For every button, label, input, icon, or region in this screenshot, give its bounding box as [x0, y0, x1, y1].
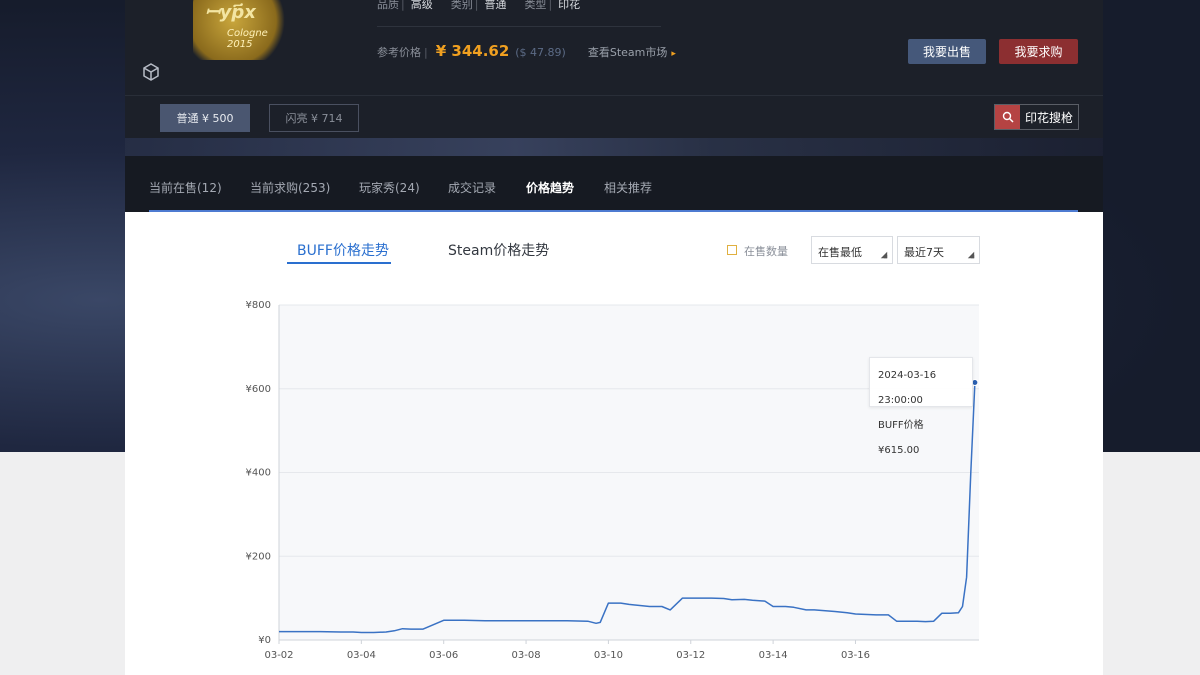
y-tick-label: ¥0 [258, 635, 271, 646]
x-tick-label: 03-02 [264, 650, 293, 661]
price-trend-chart: ¥0 ¥200 ¥400 ¥600 ¥800 03-02 03-04 03-06 03-08 03… [246, 300, 979, 661]
x-tick-label: 03-14 [759, 650, 788, 661]
x-tick-label: 03-04 [347, 650, 376, 661]
y-tick-label: ¥200 [246, 551, 271, 562]
y-tick-label: ¥800 [246, 300, 271, 311]
tooltip-value: BUFF价格 ¥615.00 [878, 420, 924, 456]
x-tick-label: 03-12 [676, 650, 705, 661]
x-tick-label: 03-08 [512, 650, 541, 661]
y-tick-label: ¥400 [246, 468, 271, 479]
tooltip-time: 2024-03-16 23:00:00 [878, 370, 937, 406]
x-tick-label: 03-16 [841, 650, 870, 661]
x-tick-label: 03-10 [594, 650, 623, 661]
x-tick-label: 03-06 [429, 650, 458, 661]
y-tick-label: ¥600 [246, 384, 271, 395]
chart-tooltip: 2024-03-16 23:00:00 BUFF价格 ¥615.00 [869, 357, 973, 456]
